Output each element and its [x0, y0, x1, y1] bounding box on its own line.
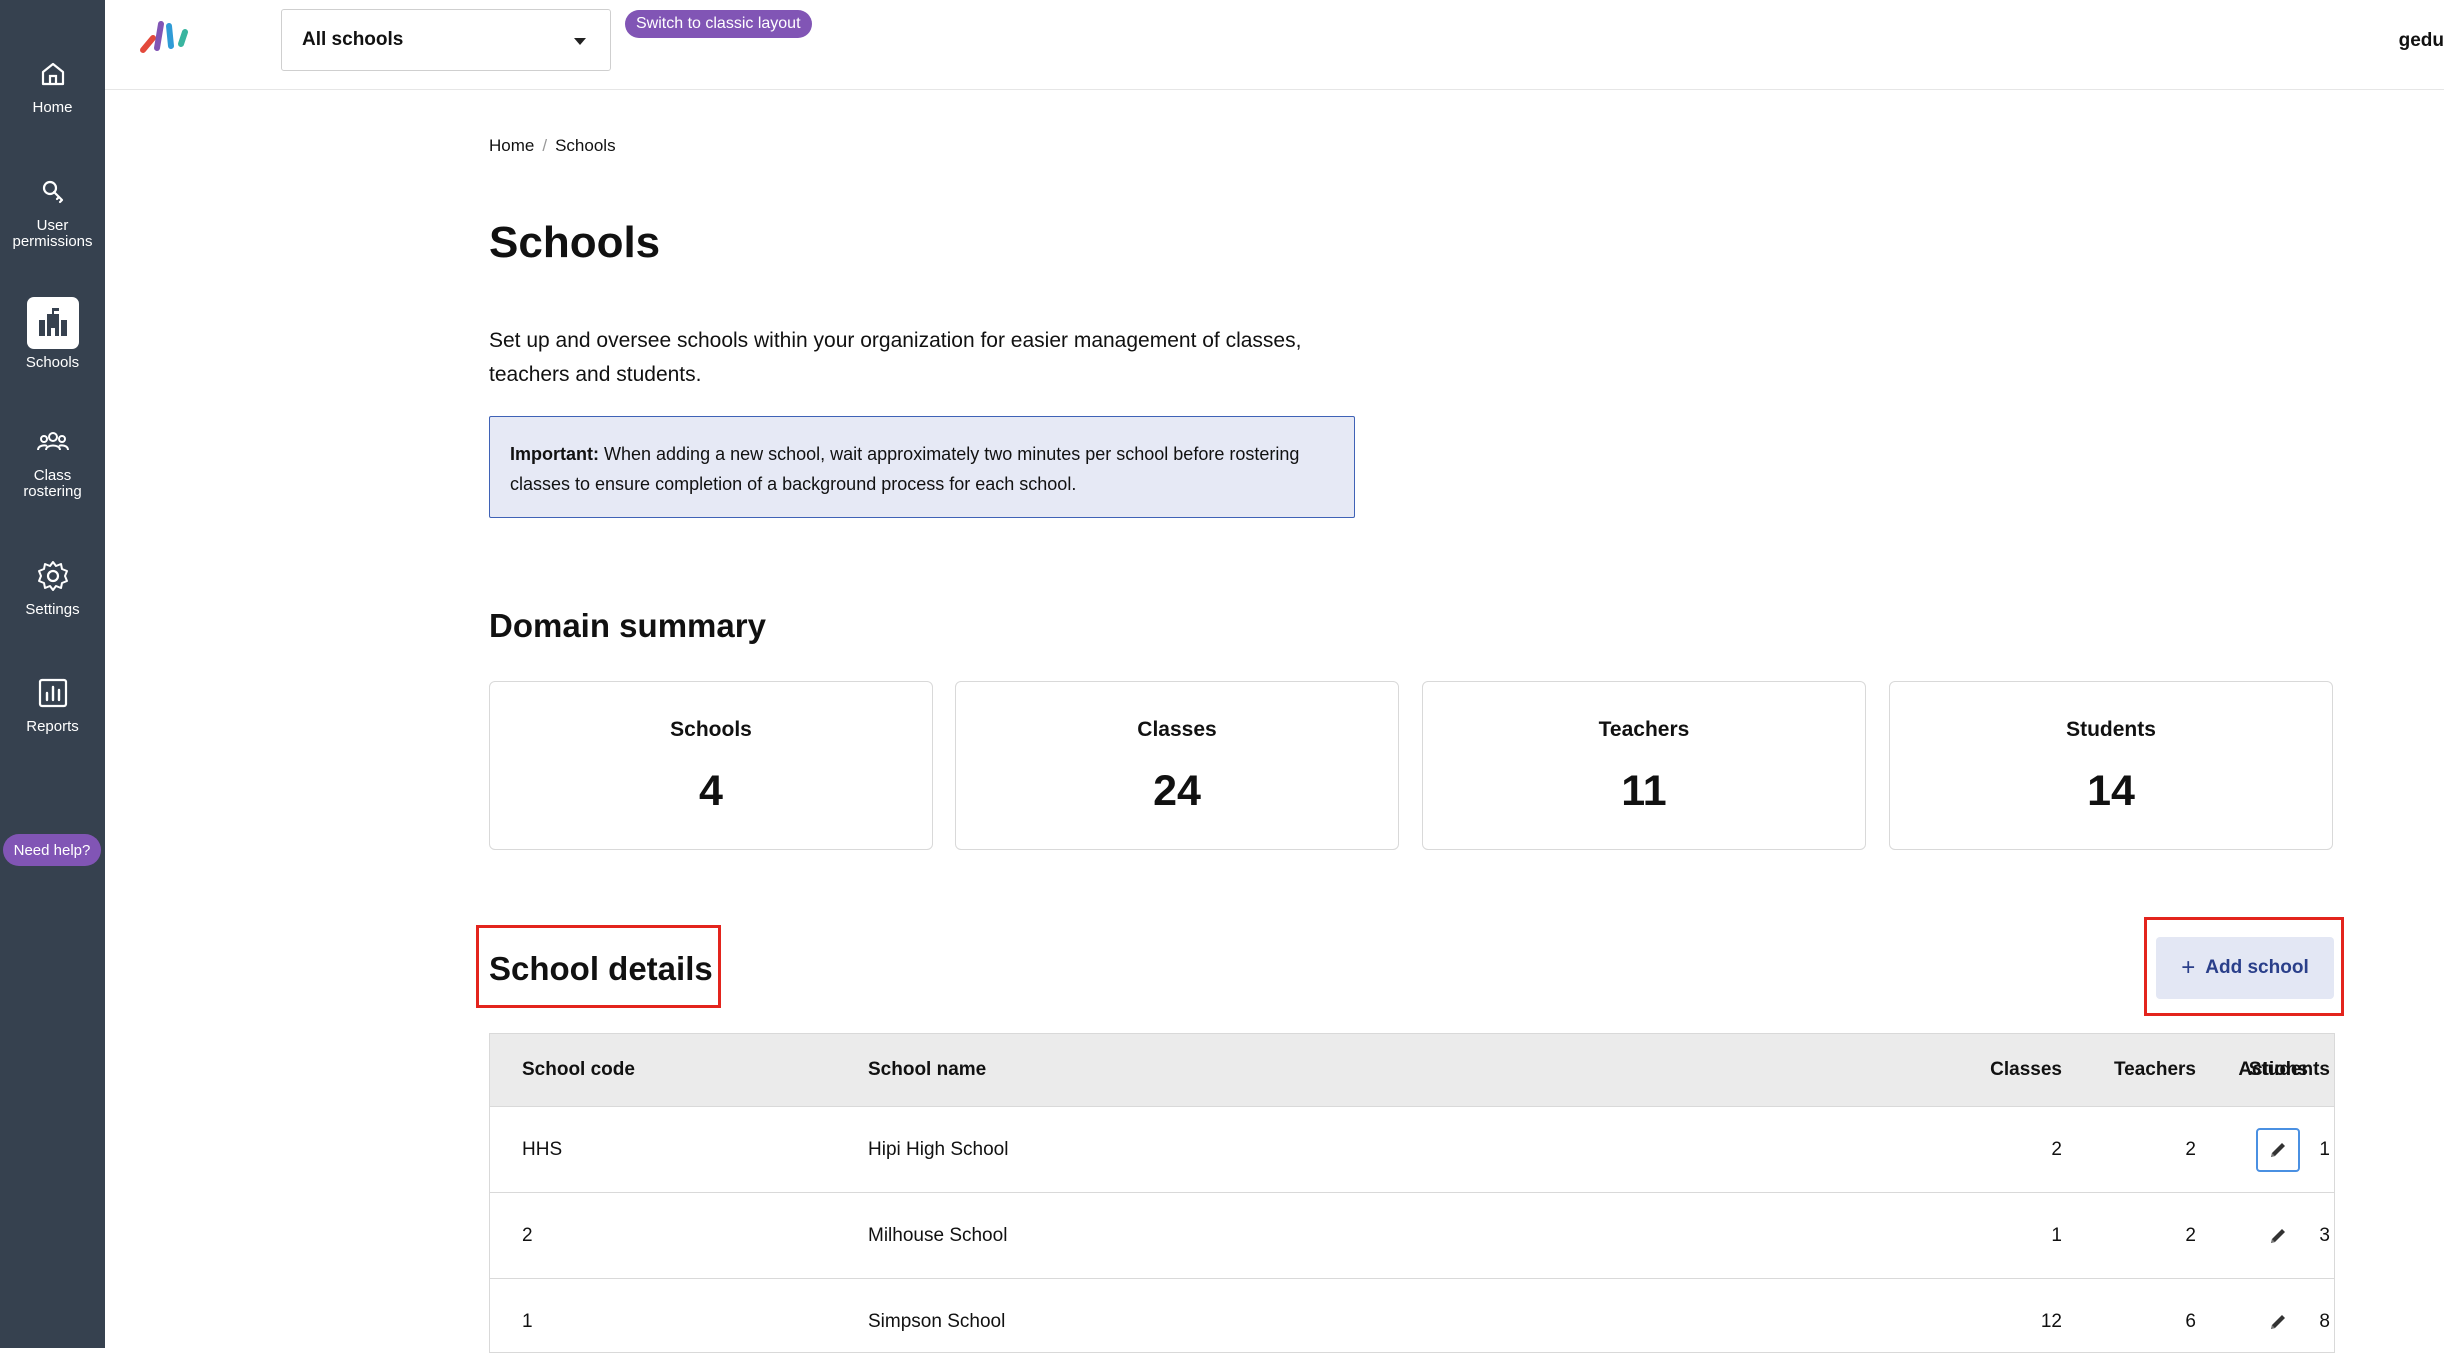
summary-card-label: Classes: [1137, 718, 1217, 741]
page-intro: Set up and oversee schools within your o…: [489, 329, 1302, 386]
sidebar-item-label: Schools: [25, 354, 80, 371]
schools-table: School code School name Classes Teachers…: [489, 1033, 2335, 1353]
highlight-box-title: [476, 925, 721, 1008]
breadcrumb: Home / Schools: [489, 136, 616, 156]
schools-icon-box: [26, 297, 79, 349]
pencil-icon: [2271, 1143, 2285, 1157]
breadcrumb-current: Schools: [555, 136, 616, 155]
cell-code: 1: [522, 1311, 533, 1332]
cell-code: HHS: [522, 1139, 563, 1160]
cell-actions: [2252, 1279, 2304, 1352]
summary-card-label: Teachers: [1598, 718, 1690, 741]
column-header-actions: Actions: [2238, 1059, 2308, 1080]
user-name[interactable]: gedu: [2399, 30, 2444, 52]
highlight-box-add-school: [2144, 917, 2344, 1016]
cell-teachers: 6: [2185, 1311, 2196, 1332]
table-header: School code School name Classes Teachers…: [490, 1034, 2334, 1106]
cell-actions: [2252, 1193, 2304, 1279]
domain-summary-title: Domain summary: [489, 607, 766, 644]
page-title: Schools: [489, 218, 661, 267]
important-notice: Important: When adding a new school, wai…: [489, 416, 1355, 518]
sidebar-item-user-permissions[interactable]: User permissions: [0, 174, 105, 250]
need-help-button[interactable]: Need help?: [3, 834, 101, 866]
table-row: 1 Simpson School 12 6 8: [490, 1278, 2334, 1352]
sidebar-item-home[interactable]: Home: [0, 56, 105, 116]
cell-teachers: 2: [2185, 1225, 2196, 1246]
pencil-icon: [2271, 1315, 2285, 1329]
switch-classic-layout-button[interactable]: Switch to classic layout: [625, 10, 812, 38]
gear-icon: [37, 561, 68, 591]
sidebar-item-settings[interactable]: Settings: [0, 558, 105, 618]
sidebar-item-label: Class rostering: [23, 467, 82, 500]
cell-name: Milhouse School: [868, 1225, 1008, 1246]
edit-school-button[interactable]: [2256, 1128, 2300, 1172]
caret-down-icon: [574, 38, 586, 45]
summary-card-value: 24: [1153, 767, 1201, 815]
column-header-name[interactable]: School name: [868, 1034, 986, 1106]
top-bar: All schools Switch to classic layout ged…: [105, 0, 2444, 90]
notice-strong: Important:: [510, 444, 599, 464]
schools-icon: [38, 308, 67, 336]
breadcrumb-home-link[interactable]: Home: [489, 136, 534, 155]
table-row: 2 Milhouse School 1 2 3: [490, 1192, 2334, 1279]
notice-text: When adding a new school, wait approxima…: [510, 444, 1300, 494]
sidebar-item-class-rostering[interactable]: Class rostering: [0, 424, 105, 500]
column-header-teachers[interactable]: Teachers: [2090, 1034, 2196, 1106]
cell-classes: 1: [2051, 1225, 2062, 1246]
summary-card-teachers: Teachers 11: [1422, 681, 1866, 850]
column-header-classes[interactable]: Classes: [1970, 1034, 2062, 1106]
cell-actions: [2252, 1107, 2304, 1193]
cell-code: 2: [522, 1225, 533, 1246]
edit-school-button[interactable]: [2256, 1300, 2300, 1344]
sidebar-item-label: Settings: [25, 601, 80, 618]
sidebar-item-label: Reports: [26, 718, 79, 735]
cell-teachers: 2: [2185, 1139, 2196, 1160]
school-select-dropdown[interactable]: All schools: [281, 9, 611, 71]
edit-school-button[interactable]: [2256, 1214, 2300, 1258]
people-icon: [36, 432, 69, 451]
home-icon: [41, 62, 64, 86]
summary-card-classes: Classes 24: [955, 681, 1399, 850]
column-header-code[interactable]: School code: [522, 1034, 635, 1106]
app-logo: [140, 21, 188, 53]
sidebar-item-label: Home: [32, 99, 73, 116]
summary-card-label: Schools: [670, 718, 752, 741]
sidebar-item-schools[interactable]: Schools: [0, 297, 105, 371]
sidebar-item-reports[interactable]: Reports: [0, 675, 105, 735]
pencil-icon: [2271, 1229, 2285, 1243]
cell-classes: 2: [2051, 1139, 2062, 1160]
summary-card-schools: Schools 4: [489, 681, 933, 850]
table-row: HHS Hipi High School 2 2 1: [490, 1106, 2334, 1193]
summary-card-value: 14: [2087, 767, 2135, 815]
summary-card-value: 11: [1621, 767, 1667, 815]
summary-card-label: Students: [2066, 718, 2156, 741]
cell-classes: 12: [2040, 1311, 2062, 1332]
summary-card-value: 4: [699, 767, 723, 815]
summary-card-students: Students 14: [1889, 681, 2333, 850]
cell-name: Simpson School: [868, 1311, 1006, 1332]
key-icon: [42, 180, 63, 204]
sidebar-item-label: User permissions: [12, 217, 93, 250]
cell-name: Hipi High School: [868, 1139, 1009, 1160]
sidebar: Home User permissions Schools Class rost…: [0, 0, 105, 1348]
school-select-value: All schools: [302, 29, 404, 50]
chart-icon: [38, 678, 67, 708]
breadcrumb-separator: /: [542, 136, 548, 155]
